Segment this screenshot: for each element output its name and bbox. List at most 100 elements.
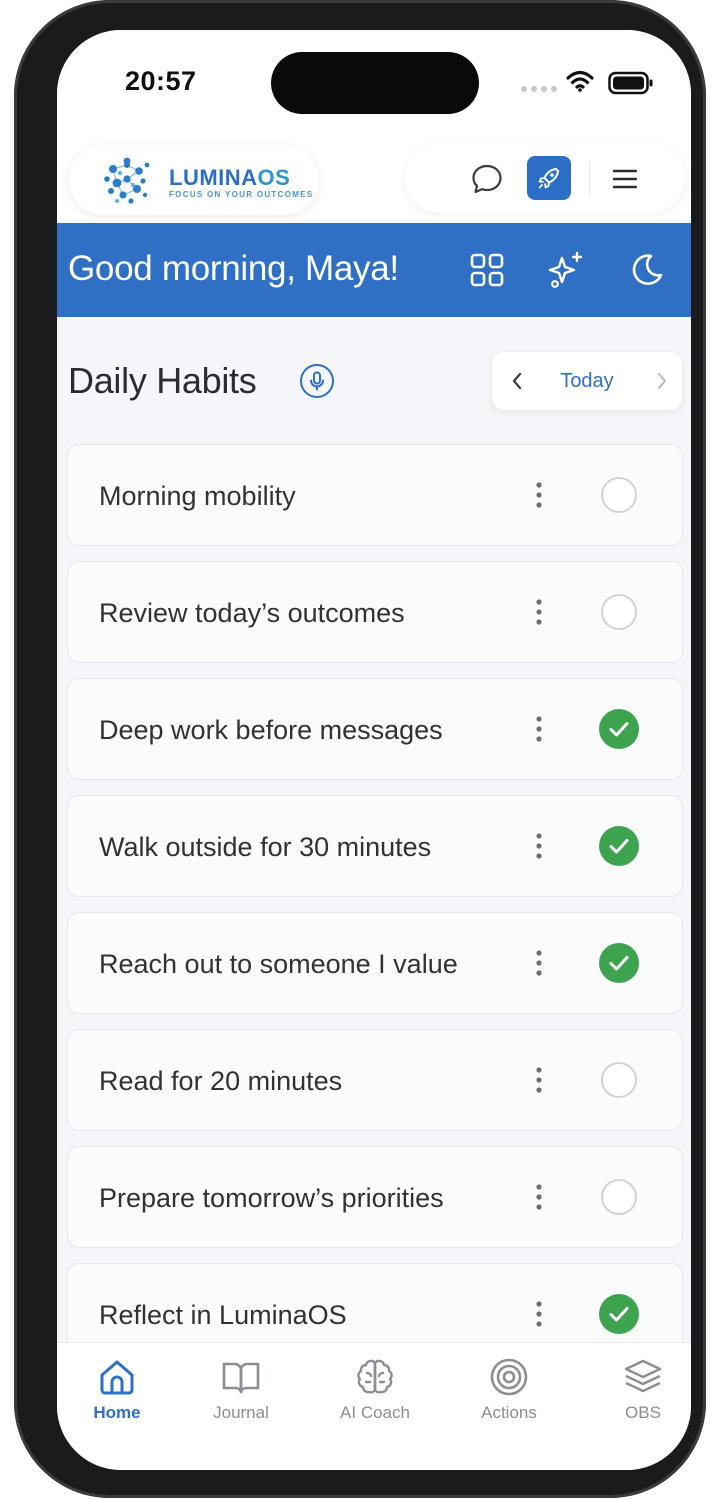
nav-actions[interactable]: Actions — [449, 1355, 569, 1435]
more-vertical-icon — [536, 1184, 542, 1210]
habit-name: Review today’s outcomes — [99, 598, 405, 628]
logo[interactable]: LUMINAOS FOCUS ON YOUR OUTCOMES — [69, 145, 319, 215]
nav-label: OBS — [625, 1403, 661, 1422]
check-icon — [609, 839, 629, 854]
habit-checkbox[interactable] — [599, 592, 639, 632]
nav-journal[interactable]: Journal — [181, 1355, 301, 1435]
habit-card[interactable]: Review today’s outcomes — [67, 561, 683, 663]
habit-name: Reflect in LuminaOS — [99, 1300, 347, 1330]
more-vertical-icon — [536, 716, 542, 742]
habit-checkbox[interactable] — [599, 1060, 639, 1100]
target-icon — [490, 1358, 528, 1396]
logo-wordmark-suffix: OS — [257, 165, 291, 190]
more-vertical-icon — [536, 833, 542, 859]
ai-sparkle-button[interactable] — [546, 250, 586, 290]
hamburger-menu-icon — [612, 169, 638, 189]
grid-icon — [470, 253, 504, 287]
checkmark-circle-icon — [599, 943, 639, 983]
habit-name: Prepare tomorrow’s priorities — [99, 1183, 444, 1213]
habit-options-button[interactable] — [524, 475, 554, 515]
greeting-banner: Good morning, Maya! — [57, 223, 691, 317]
nav-label: Actions — [481, 1403, 537, 1422]
empty-circle-icon — [601, 594, 637, 630]
more-vertical-icon — [536, 599, 542, 625]
habit-card[interactable]: Deep work before messages — [67, 678, 683, 780]
app-header: LUMINAOS FOCUS ON YOUR OUTCOMES — [57, 135, 691, 223]
check-icon — [609, 1307, 629, 1322]
moon-icon — [632, 254, 663, 285]
logo-network-icon — [104, 157, 150, 204]
menu-button[interactable] — [605, 159, 645, 199]
header-actions — [405, 143, 685, 213]
habit-checkbox[interactable] — [599, 943, 639, 983]
habit-checkbox[interactable] — [599, 826, 639, 866]
section-title: Daily Habits — [68, 360, 257, 401]
dynamic-island — [271, 52, 479, 114]
nav-obs[interactable]: OBS — [583, 1355, 691, 1435]
previous-day-button[interactable] — [502, 366, 532, 396]
habit-checkbox[interactable] — [599, 1177, 639, 1217]
habit-checkbox[interactable] — [599, 709, 639, 749]
empty-circle-icon — [601, 477, 637, 513]
more-vertical-icon — [536, 950, 542, 976]
logo-wordmark: LUMINA — [169, 165, 258, 190]
home-icon — [100, 1360, 134, 1395]
habit-name: Deep work before messages — [99, 715, 443, 745]
nav-label: AI Coach — [340, 1403, 410, 1422]
habit-card[interactable]: Read for 20 minutes — [67, 1029, 683, 1131]
habit-options-button[interactable] — [524, 1060, 554, 1100]
more-vertical-icon — [536, 1067, 542, 1093]
brain-icon — [357, 1359, 393, 1394]
more-vertical-icon — [536, 1301, 542, 1327]
check-icon — [609, 722, 629, 737]
wifi-icon — [566, 70, 594, 92]
habit-options-button[interactable] — [524, 943, 554, 983]
habit-options-button[interactable] — [524, 1294, 554, 1334]
bottom-navigation: Home Journal AI Coach Actions OBS — [57, 1342, 691, 1470]
nav-ai-coach[interactable]: AI Coach — [315, 1355, 435, 1435]
layers-icon — [624, 1359, 662, 1393]
empty-circle-icon — [601, 1062, 637, 1098]
habit-list: Morning mobility Review today’s outcomes D… — [67, 444, 683, 1380]
chevron-left-icon — [512, 372, 522, 390]
dark-mode-button[interactable] — [627, 250, 667, 290]
checkmark-circle-icon — [599, 709, 639, 749]
phone-frame: 20:57 LUMINAOS FOCUS ON YOUR OUTCOMES Go… — [14, 0, 706, 1498]
chevron-right-icon — [658, 373, 666, 389]
status-bar: 20:57 — [57, 30, 691, 135]
dashboard-grid-button[interactable] — [467, 250, 507, 290]
next-day-button[interactable] — [647, 366, 677, 396]
logo-tagline: FOCUS ON YOUR OUTCOMES — [169, 190, 314, 199]
voice-input-button[interactable] — [300, 364, 334, 398]
empty-circle-icon — [601, 1179, 637, 1215]
checkmark-circle-icon — [599, 826, 639, 866]
habit-name: Walk outside for 30 minutes — [99, 832, 432, 862]
divider — [589, 161, 590, 195]
sparkle-icon — [548, 251, 583, 288]
app-screen: 20:57 LUMINAOS FOCUS ON YOUR OUTCOMES Go… — [57, 30, 691, 1470]
nav-label: Home — [93, 1403, 141, 1422]
check-icon — [609, 956, 629, 971]
habit-name: Morning mobility — [99, 481, 296, 511]
cellular-signal-icon — [521, 86, 557, 92]
habit-options-button[interactable] — [524, 1177, 554, 1217]
habit-checkbox[interactable] — [599, 1294, 639, 1334]
habit-card[interactable]: Prepare tomorrow’s priorities — [67, 1146, 683, 1248]
habit-card[interactable]: Walk outside for 30 minutes — [67, 795, 683, 897]
habit-options-button[interactable] — [524, 592, 554, 632]
nav-home[interactable]: Home — [57, 1355, 177, 1435]
microphone-icon — [310, 371, 324, 391]
habit-card[interactable]: Morning mobility — [67, 444, 683, 546]
checkmark-circle-icon — [599, 1294, 639, 1334]
habit-checkbox[interactable] — [599, 475, 639, 515]
nav-label: Journal — [213, 1403, 269, 1422]
habit-card[interactable]: Reach out to someone I value — [67, 912, 683, 1014]
chat-button[interactable] — [467, 159, 507, 199]
habit-name: Read for 20 minutes — [99, 1066, 343, 1096]
date-navigator: Today — [492, 352, 682, 410]
date-label[interactable]: Today — [542, 370, 632, 393]
habit-options-button[interactable] — [524, 709, 554, 749]
more-vertical-icon — [536, 482, 542, 508]
rocket-button[interactable] — [527, 156, 571, 200]
habit-options-button[interactable] — [524, 826, 554, 866]
